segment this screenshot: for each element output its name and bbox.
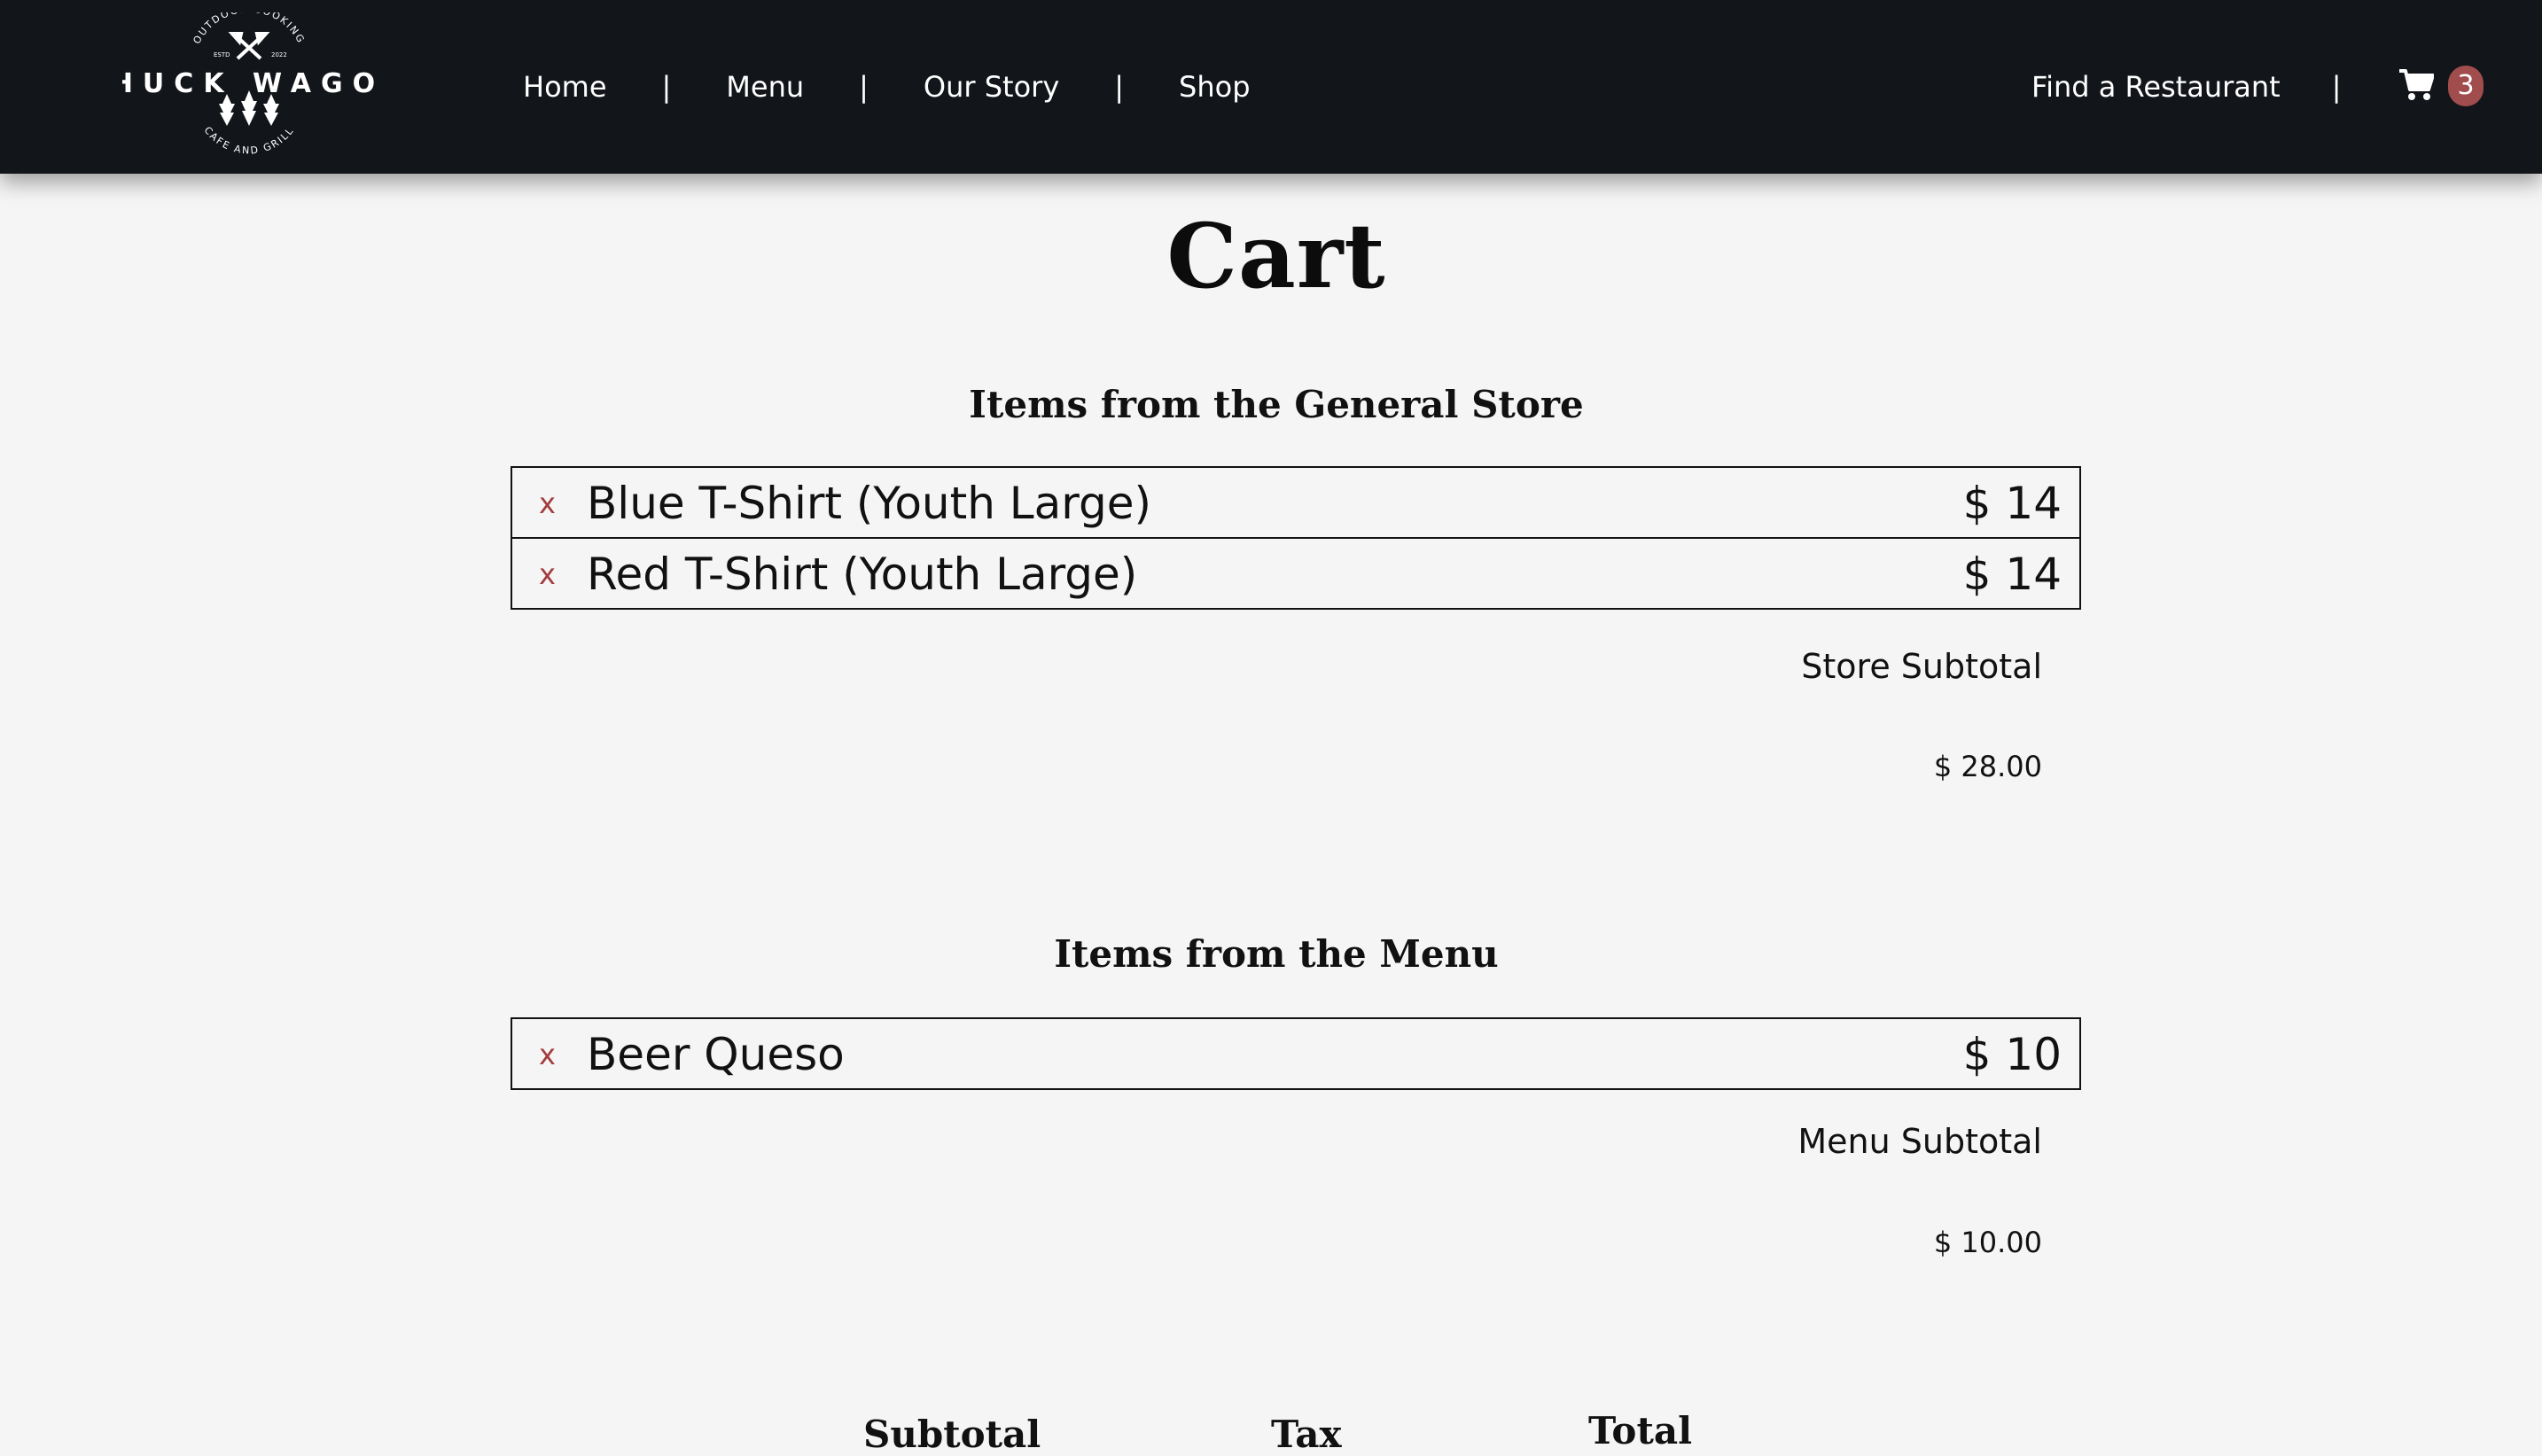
- summary-total-heading: Total: [1588, 1409, 1693, 1452]
- nav-our-story-link[interactable]: Our Story: [924, 70, 1059, 104]
- remove-item-button[interactable]: x: [539, 539, 556, 610]
- nav-home-link[interactable]: Home: [523, 70, 607, 104]
- logo-bottom-text: CAFE AND GRILL: [202, 124, 295, 156]
- remove-item-button[interactable]: x: [539, 468, 556, 539]
- summary-tax-heading: Tax: [1271, 1413, 1342, 1456]
- remove-item-button[interactable]: x: [539, 1019, 556, 1090]
- nav-separator: |: [1114, 70, 1125, 104]
- item-name: Blue T-Shirt (Youth Large): [587, 478, 1151, 529]
- nav-separator: |: [2331, 70, 2342, 104]
- summary-subtotal-heading: Subtotal: [863, 1413, 1041, 1456]
- cart-item-row: x Beer Queso $ 10: [511, 1017, 2081, 1090]
- svg-text:CAFE AND GRILL: CAFE AND GRILL: [202, 124, 297, 156]
- item-name: Red T-Shirt (Youth Large): [587, 549, 1138, 600]
- chuck-wagon-logo[interactable]: OUTDOOR COOKING ESTD 2022 CHUCK WAGON CA…: [82, 3, 407, 160]
- cart-count-badge: 3: [2448, 66, 2484, 106]
- page-title: Cart: [1166, 204, 1386, 308]
- menu-subtotal-value: $ 10.00: [1933, 1226, 2042, 1259]
- logo-year: 2022: [271, 51, 287, 58]
- cart-button[interactable]: 3: [2398, 64, 2485, 108]
- cart-icon: [2399, 69, 2434, 100]
- nav-separator: |: [661, 70, 672, 104]
- logo-top-text: OUTDOOR COOKING: [191, 3, 305, 45]
- store-section-heading: Items from the General Store: [969, 383, 1584, 426]
- cart-item-row: x Blue T-Shirt (Youth Large) $ 14: [511, 466, 2081, 539]
- item-price: $ 14: [1962, 549, 2062, 600]
- logo-estd: ESTD: [214, 51, 230, 58]
- item-price: $ 10: [1962, 1029, 2062, 1080]
- nav-shop-link[interactable]: Shop: [1179, 70, 1250, 104]
- nav-menu-link[interactable]: Menu: [726, 70, 804, 104]
- nav-right: Find a Restaurant |: [2031, 0, 2341, 174]
- nav-separator: |: [859, 70, 869, 104]
- main-nav: Home | Menu | Our Story | Shop: [523, 0, 1251, 174]
- store-subtotal-label: Store Subtotal: [1801, 647, 2042, 686]
- find-restaurant-link[interactable]: Find a Restaurant: [2031, 70, 2281, 104]
- svg-text:OUTDOOR COOKING: OUTDOOR COOKING: [191, 12, 307, 46]
- cart-item-row: x Red T-Shirt (Youth Large) $ 14: [511, 537, 2081, 610]
- store-subtotal-value: $ 28.00: [1933, 750, 2042, 783]
- menu-subtotal-label: Menu Subtotal: [1797, 1122, 2042, 1161]
- item-price: $ 14: [1962, 478, 2062, 529]
- top-navbar: OUTDOOR COOKING ESTD 2022 CHUCK WAGON CA…: [0, 0, 2542, 174]
- item-name: Beer Queso: [587, 1029, 845, 1080]
- store-items-list: x Blue T-Shirt (Youth Large) $ 14 x Red …: [511, 466, 2081, 610]
- crossed-axes-icon: [228, 32, 270, 60]
- menu-section-heading: Items from the Menu: [1054, 932, 1499, 976]
- menu-items-list: x Beer Queso $ 10: [511, 1017, 2081, 1090]
